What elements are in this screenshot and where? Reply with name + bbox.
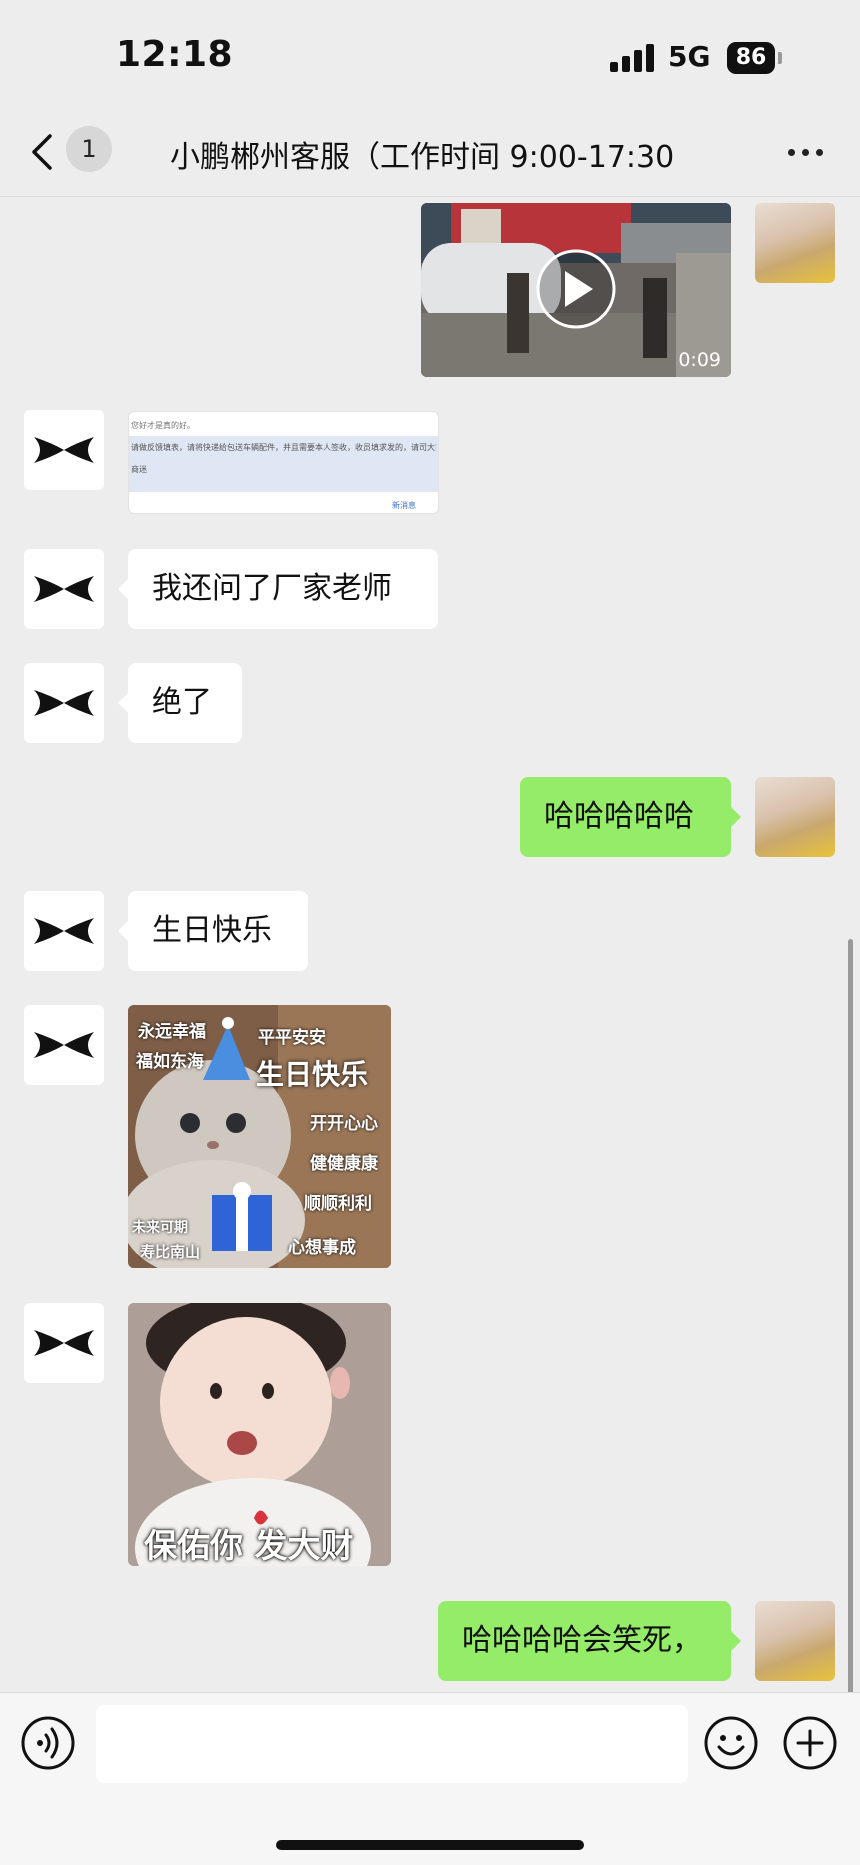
xpeng-logo-icon: [34, 437, 94, 463]
xpeng-logo-icon: [34, 576, 94, 602]
unread-count-badge[interactable]: 1: [66, 126, 112, 172]
status-bar: 12:18 5G 86: [0, 0, 860, 110]
network-type: 5G: [668, 40, 711, 73]
status-time: 12:18: [116, 34, 234, 75]
image-message[interactable]: 您好才是真的好。 请做反馈填表，请将快递给包送车辆配件，并且需要本人签收，收员填…: [128, 411, 439, 514]
video-duration: 0:09: [678, 349, 721, 371]
xpeng-logo-icon: [34, 918, 94, 944]
sticker-caption: 保佑你 发大财: [144, 1526, 354, 1565]
service-avatar[interactable]: [24, 410, 104, 490]
service-avatar[interactable]: [24, 549, 104, 629]
image-footer: 新消息: [392, 501, 416, 510]
sticker-caption: 永远幸福: [138, 1022, 206, 1042]
sticker-caption: 开开心心: [310, 1114, 378, 1134]
sticker-caption: 健健康康: [310, 1154, 378, 1174]
chat-header: 1 小鹏郴州客服（工作时间 9:00-17:30: [0, 110, 860, 197]
sticker-caption: 寿比南山: [140, 1243, 201, 1261]
chevron-left-icon[interactable]: [28, 132, 58, 172]
voice-icon[interactable]: [20, 1715, 76, 1771]
sticker-message[interactable]: 永远幸福 福如东海 平平安安 生日快乐 开开心心 健健康康 顺顺利利 未来可期 …: [128, 1005, 391, 1268]
message-list[interactable]: 0:09 您好才是真的好。 请做反馈填表，请将快递给包送车辆配件，并且需要本人签…: [0, 197, 860, 1692]
chat-title: 小鹏郴州客服（工作时间 9:00-17:30: [170, 140, 675, 175]
image-text-line: 您好才是真的好。: [131, 421, 195, 430]
sticker-caption: 未来可期: [132, 1220, 188, 1236]
plus-icon[interactable]: [782, 1715, 838, 1771]
text-message[interactable]: 绝了: [118, 663, 242, 743]
scrollbar[interactable]: [848, 939, 853, 1692]
service-avatar[interactable]: [24, 1005, 104, 1085]
battery-icon: [778, 52, 782, 64]
home-indicator: [276, 1840, 584, 1850]
service-avatar[interactable]: [24, 663, 104, 743]
my-avatar[interactable]: [755, 777, 835, 857]
signal-icon: [610, 44, 656, 72]
text-message[interactable]: 哈哈哈哈会笑死，: [438, 1601, 741, 1681]
xpeng-logo-icon: [34, 690, 94, 716]
xpeng-logo-icon: [34, 1032, 94, 1058]
sticker-caption: 福如东海: [136, 1052, 204, 1072]
more-dots-icon[interactable]: [786, 140, 826, 164]
text-message[interactable]: 生日快乐: [118, 891, 308, 971]
sticker-caption: 心想事成: [288, 1238, 356, 1258]
input-bar: [0, 1692, 860, 1865]
sticker-caption: 生日快乐: [256, 1058, 369, 1091]
video-message[interactable]: 0:09: [421, 203, 731, 377]
message-input[interactable]: [96, 1705, 688, 1783]
emoji-icon[interactable]: [703, 1715, 759, 1771]
xpeng-logo-icon: [34, 1330, 94, 1356]
sticker-caption: 顺顺利利: [304, 1194, 372, 1214]
service-avatar[interactable]: [24, 1303, 104, 1383]
my-avatar[interactable]: [755, 203, 835, 283]
service-avatar[interactable]: [24, 891, 104, 971]
sticker-caption: 平平安安: [258, 1028, 326, 1048]
image-text-line: 商迷: [131, 465, 147, 474]
image-text-line: 请做反馈填表，请将快递给包送车辆配件，并且需要本人签收，收员填求发的，请司大家都…: [131, 443, 436, 452]
sticker-message[interactable]: 保佑你 发大财: [128, 1303, 391, 1566]
my-avatar[interactable]: [755, 1601, 835, 1681]
battery-level: 86: [727, 42, 775, 74]
text-message[interactable]: 哈哈哈哈哈: [520, 777, 741, 857]
text-message[interactable]: 我还问了厂家老师: [118, 549, 438, 629]
